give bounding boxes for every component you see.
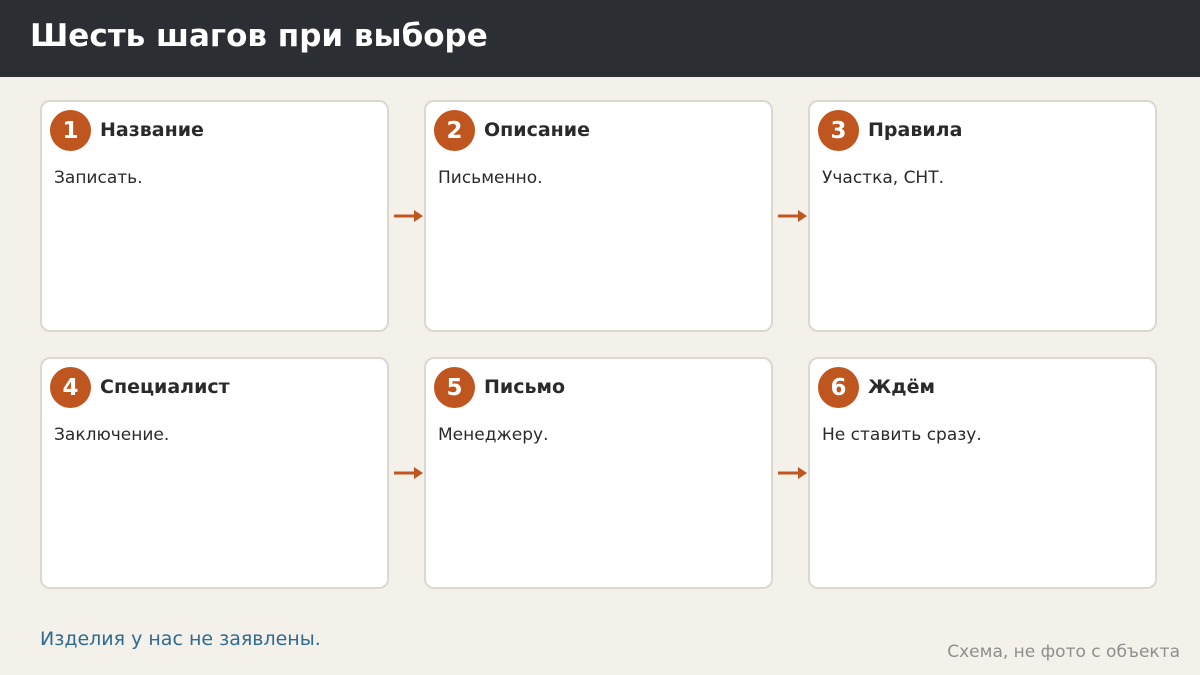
page-title: Шесть шагов при выборе bbox=[30, 18, 488, 54]
arrow-right-icon bbox=[778, 210, 807, 222]
step-number-badge: 2 bbox=[434, 110, 475, 151]
step-title: Описание bbox=[484, 119, 591, 141]
step-description: Письменно. bbox=[438, 168, 543, 188]
step-card-3: 3 Правила Участка, СНТ. bbox=[808, 100, 1157, 332]
step-card-4: 4 Специалист Заключение. bbox=[40, 357, 389, 589]
step-description: Менеджеру. bbox=[438, 425, 549, 445]
step-title: Правила bbox=[868, 119, 963, 141]
step-title: Название bbox=[100, 119, 204, 141]
step-number-badge: 4 bbox=[50, 367, 91, 408]
arrow-right-icon bbox=[778, 467, 807, 479]
step-title: Письмо bbox=[484, 376, 566, 398]
header-bar: Шесть шагов при выборе bbox=[0, 0, 1200, 77]
step-card-2: 2 Описание Письменно. bbox=[424, 100, 773, 332]
footer-caption: Схема, не фото с объекта bbox=[947, 642, 1180, 662]
step-card-5: 5 Письмо Менеджеру. bbox=[424, 357, 773, 589]
step-number-badge: 3 bbox=[818, 110, 859, 151]
step-card-1: 1 Название Записать. bbox=[40, 100, 389, 332]
step-description: Заключение. bbox=[54, 425, 170, 445]
step-description: Не ставить сразу. bbox=[822, 425, 982, 445]
step-number-badge: 1 bbox=[50, 110, 91, 151]
step-title: Специалист bbox=[100, 376, 230, 398]
step-number-badge: 5 bbox=[434, 367, 475, 408]
step-title: Ждём bbox=[868, 376, 936, 398]
step-card-6: 6 Ждём Не ставить сразу. bbox=[808, 357, 1157, 589]
footer-note: Изделия у нас не заявлены. bbox=[40, 628, 321, 650]
arrow-right-icon bbox=[394, 210, 423, 222]
arrow-right-icon bbox=[394, 467, 423, 479]
step-number-badge: 6 bbox=[818, 367, 859, 408]
step-description: Участка, СНТ. bbox=[822, 168, 945, 188]
step-description: Записать. bbox=[54, 168, 143, 188]
